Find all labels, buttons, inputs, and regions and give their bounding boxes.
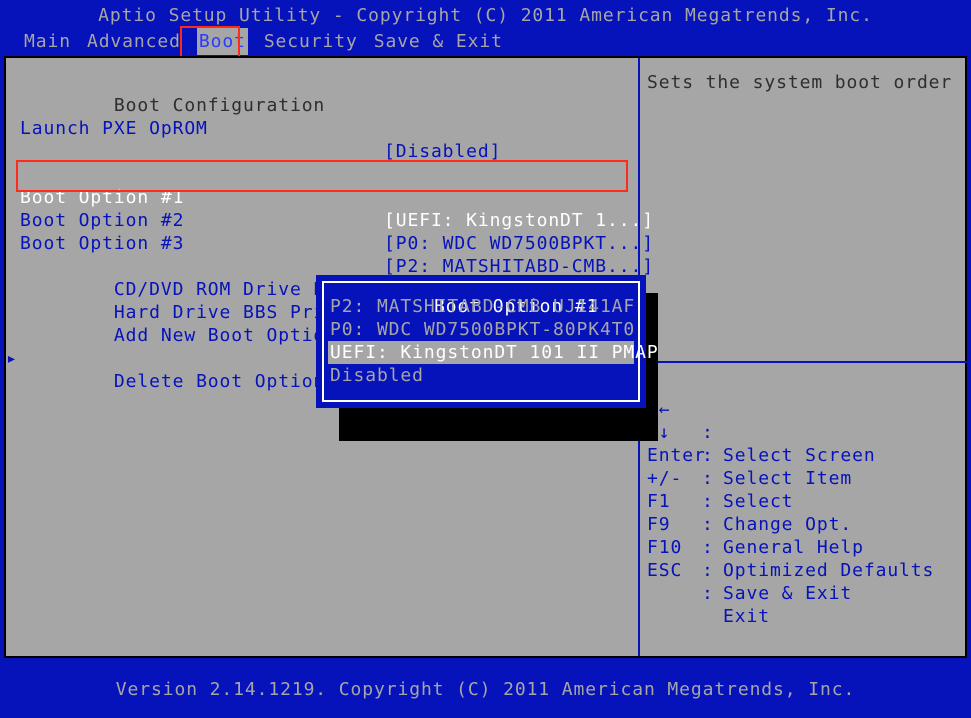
boot-option-popup: Boot Option #1 P2: MATSHITABD-CMB UJ141A… xyxy=(316,275,646,408)
boot-option-3[interactable]: Boot Option #3 [P2: MATSHITABD-CMB...] xyxy=(6,209,638,232)
boot-option-1[interactable]: Boot Option #1 [UEFI: KingstonDT 1...] xyxy=(6,163,638,186)
popup-option-4[interactable]: Disabled xyxy=(328,364,634,387)
bootopt3-label: Boot Option #3 xyxy=(20,232,184,255)
right-pane: Sets the system boot order →← : Select S… xyxy=(640,58,967,656)
menu-bar: Main Advanced Boot Security Save & Exit xyxy=(0,28,971,55)
menu-main[interactable]: Main xyxy=(24,31,71,52)
bootopt2-value: [P0: WDC WD7500BPKT...] xyxy=(384,232,654,255)
menu-boot[interactable]: Boot xyxy=(197,28,248,55)
hint-select-item: ↑↓ : Select Item xyxy=(647,398,967,421)
menu-saveexit[interactable]: Save & Exit xyxy=(374,31,503,52)
hint-save-exit: F10 : Save & Exit xyxy=(647,513,967,536)
popup-option-2[interactable]: P0: WDC WD7500BPKT-80PK4T0 xyxy=(328,318,634,341)
selection-arrow-icon: ▸ xyxy=(6,347,18,370)
boot-option-2[interactable]: Boot Option #2 [P0: WDC WD7500BPKT...] xyxy=(6,186,638,209)
help-divider xyxy=(640,361,967,363)
hint-change-opt: +/- : Change Opt. xyxy=(647,444,967,467)
pxe-label: Launch PXE OpROM xyxy=(20,117,208,140)
hint-optimized-defaults: F9 : Optimized Defaults xyxy=(647,490,967,513)
bios-screen: Aptio Setup Utility - Copyright (C) 2011… xyxy=(0,0,971,718)
setting-launch-pxe[interactable]: Launch PXE OpROM [Disabled] xyxy=(6,94,638,117)
section-boot-config: Boot Configuration xyxy=(6,71,638,94)
menu-advanced[interactable]: Advanced xyxy=(87,31,181,52)
menu-security[interactable]: Security xyxy=(264,31,358,52)
popup-option-3[interactable]: UEFI: KingstonDT 101 II PMAP xyxy=(328,341,634,364)
section-boot-priorities: Boot Option Priorities xyxy=(6,140,638,163)
hint-exit: ESC : Exit xyxy=(647,536,967,559)
footer-version: Version 2.14.1219. Copyright (C) 2011 Am… xyxy=(0,660,971,718)
hint-general-help: F1 : General Help xyxy=(647,467,967,490)
hint-select: Enter : Select xyxy=(647,421,967,444)
popup-option-1[interactable]: P2: MATSHITABD-CMB UJ141AF xyxy=(328,295,634,318)
context-help-text: Sets the system boot order xyxy=(647,71,967,94)
popup-title: Boot Option #1 xyxy=(316,272,646,295)
hint-select-screen: →← : Select Screen xyxy=(647,375,967,398)
header-title: Aptio Setup Utility - Copyright (C) 2011… xyxy=(0,4,971,27)
